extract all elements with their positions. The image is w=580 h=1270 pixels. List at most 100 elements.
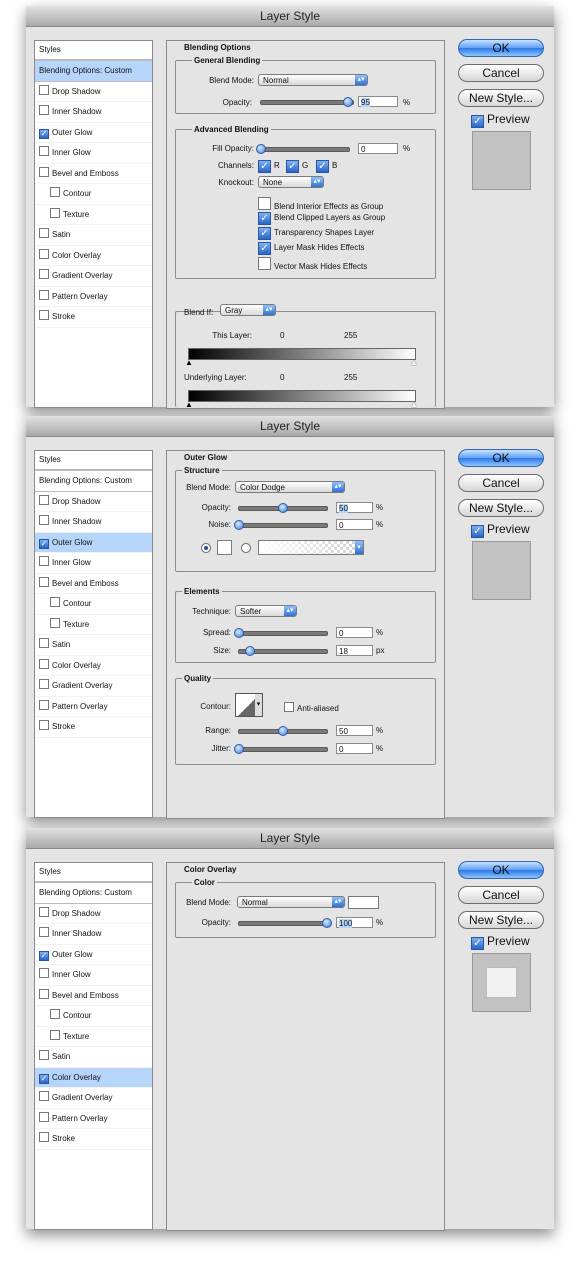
style-checkbox[interactable] (39, 720, 49, 730)
preview-toggle[interactable]: ✓ Preview (471, 522, 530, 538)
glow-color-swatch[interactable] (217, 540, 232, 555)
style-item-bevel-and-emboss[interactable]: Bevel and Emboss (35, 574, 152, 594)
style-item-contour[interactable]: Contour (35, 1006, 152, 1027)
style-item-outer-glow[interactable]: ✓ Outer Glow (35, 123, 152, 143)
style-checkbox[interactable]: ✓ (39, 538, 49, 549)
style-checkbox[interactable]: ✓ (39, 950, 49, 961)
channel-b-checkbox[interactable]: ✓ (316, 160, 329, 173)
opacity-slider-thumb[interactable] (343, 97, 354, 107)
style-checkbox[interactable] (39, 658, 49, 669)
style-checkbox[interactable] (39, 1132, 49, 1142)
style-item-drop-shadow[interactable]: Drop Shadow (35, 904, 152, 924)
option-checkbox[interactable]: ✓ (258, 242, 271, 255)
opacity-field[interactable]: 50 (336, 502, 373, 513)
styles-header[interactable]: Styles (35, 451, 152, 470)
style-item-bevel-and-emboss[interactable]: Bevel and Emboss (35, 986, 152, 1006)
style-checkbox[interactable] (50, 617, 60, 628)
gradient-radio[interactable] (241, 543, 251, 553)
style-item-inner-glow[interactable]: Inner Glow (35, 553, 152, 574)
style-checkbox[interactable] (50, 187, 60, 197)
spread-field[interactable]: 0 (336, 627, 373, 638)
style-item-stroke[interactable]: Stroke (35, 1129, 152, 1150)
style-checkbox[interactable] (39, 166, 49, 177)
contour-picker[interactable]: ▾ (235, 693, 263, 717)
style-checkbox[interactable] (50, 597, 60, 607)
style-checkbox[interactable] (39, 699, 49, 710)
solid-color-radio[interactable] (201, 543, 211, 553)
opacity-field[interactable]: 100 (336, 917, 373, 928)
style-checkbox[interactable] (39, 269, 49, 279)
fill-opacity-slider[interactable] (256, 144, 350, 154)
style-checkbox[interactable] (39, 146, 49, 156)
ok-button[interactable]: OK (458, 861, 544, 879)
noise-field[interactable]: 0 (336, 519, 373, 530)
opacity-field[interactable]: 95 (358, 96, 398, 107)
blend-mode-select[interactable]: Color Dodge ▴▾ (235, 481, 345, 493)
blend-if-select[interactable]: Gray ▴▾ (220, 304, 276, 316)
style-checkbox[interactable] (39, 576, 49, 587)
size-slider-thumb[interactable] (244, 646, 255, 656)
styles-header[interactable]: Styles (35, 863, 152, 882)
channel-r[interactable]: ✓ R (258, 160, 280, 173)
style-item-gradient-overlay[interactable]: Gradient Overlay (35, 1088, 152, 1109)
fill-opacity-slider-thumb[interactable] (256, 144, 266, 154)
style-item-inner-shadow[interactable]: Inner Shadow (35, 102, 152, 123)
anti-aliased-toggle[interactable]: Anti-aliased (284, 702, 339, 713)
opacity-slider[interactable] (260, 97, 354, 107)
underlying-white-point[interactable]: ▲ (410, 401, 418, 409)
style-item-drop-shadow[interactable]: Drop Shadow (35, 82, 152, 102)
opacity-slider[interactable] (238, 918, 332, 928)
style-checkbox[interactable] (39, 310, 49, 320)
channel-g-checkbox[interactable]: ✓ (286, 160, 299, 173)
option-checkbox[interactable]: ✓ (258, 227, 271, 240)
style-item-satin[interactable]: Satin (35, 225, 152, 246)
style-checkbox[interactable] (39, 906, 49, 917)
style-checkbox[interactable] (39, 228, 49, 238)
style-checkbox[interactable] (39, 556, 49, 566)
style-item-texture[interactable]: Texture (35, 615, 152, 635)
option-layer-mask-hides-effects[interactable]: ✓ Layer Mask Hides Effects (258, 242, 365, 255)
preview-toggle[interactable]: ✓ Preview (471, 934, 530, 950)
style-item-satin[interactable]: Satin (35, 1047, 152, 1068)
noise-slider-thumb[interactable] (234, 520, 244, 530)
preview-toggle[interactable]: ✓ Preview (471, 112, 530, 128)
underlying-black-point[interactable]: ▲ (185, 401, 193, 409)
size-slider[interactable] (238, 646, 328, 656)
style-item-inner-glow[interactable]: Inner Glow (35, 143, 152, 164)
style-item-outer-glow[interactable]: ✓ Outer Glow (35, 532, 152, 553)
cancel-button[interactable]: Cancel (458, 474, 544, 492)
channel-r-checkbox[interactable]: ✓ (258, 160, 271, 173)
style-checkbox[interactable] (39, 1050, 49, 1060)
option-transparency-shapes-layer[interactable]: ✓ Transparency Shapes Layer (258, 227, 374, 240)
new-style-button[interactable]: New Style... (458, 911, 544, 929)
style-item-gradient-overlay[interactable]: Gradient Overlay (35, 676, 152, 697)
style-checkbox[interactable]: ✓ (39, 128, 49, 139)
style-checkbox[interactable] (39, 1111, 49, 1122)
style-item-color-overlay[interactable]: Color Overlay (35, 656, 152, 676)
option-checkbox[interactable] (258, 257, 271, 270)
preview-checkbox[interactable]: ✓ (471, 937, 484, 950)
style-item-blending-options-custom[interactable]: Blending Options: Custom (35, 470, 152, 492)
channel-g[interactable]: ✓ G (286, 160, 308, 173)
style-checkbox[interactable] (39, 988, 49, 999)
style-item-texture[interactable]: Texture (35, 205, 152, 225)
style-item-gradient-overlay[interactable]: Gradient Overlay (35, 266, 152, 287)
styles-header[interactable]: Styles (35, 41, 152, 60)
style-item-texture[interactable]: Texture (35, 1027, 152, 1047)
style-item-contour[interactable]: Contour (35, 594, 152, 615)
blend-mode-select[interactable]: Normal ▴▾ (258, 74, 368, 86)
size-field[interactable]: 18 (336, 645, 373, 656)
style-checkbox[interactable] (39, 84, 49, 95)
anti-aliased-checkbox[interactable] (284, 702, 294, 712)
fill-opacity-field[interactable]: 0 (358, 143, 398, 154)
style-item-stroke[interactable]: Stroke (35, 307, 152, 328)
ok-button[interactable]: OK (458, 39, 544, 57)
noise-slider[interactable] (234, 520, 328, 530)
preview-checkbox[interactable]: ✓ (471, 525, 484, 538)
style-item-stroke[interactable]: Stroke (35, 717, 152, 738)
new-style-button[interactable]: New Style... (458, 499, 544, 517)
overlay-color-swatch[interactable] (348, 896, 379, 909)
style-item-satin[interactable]: Satin (35, 635, 152, 656)
knockout-select[interactable]: None ▴▾ (258, 176, 324, 188)
style-checkbox[interactable] (39, 679, 49, 689)
